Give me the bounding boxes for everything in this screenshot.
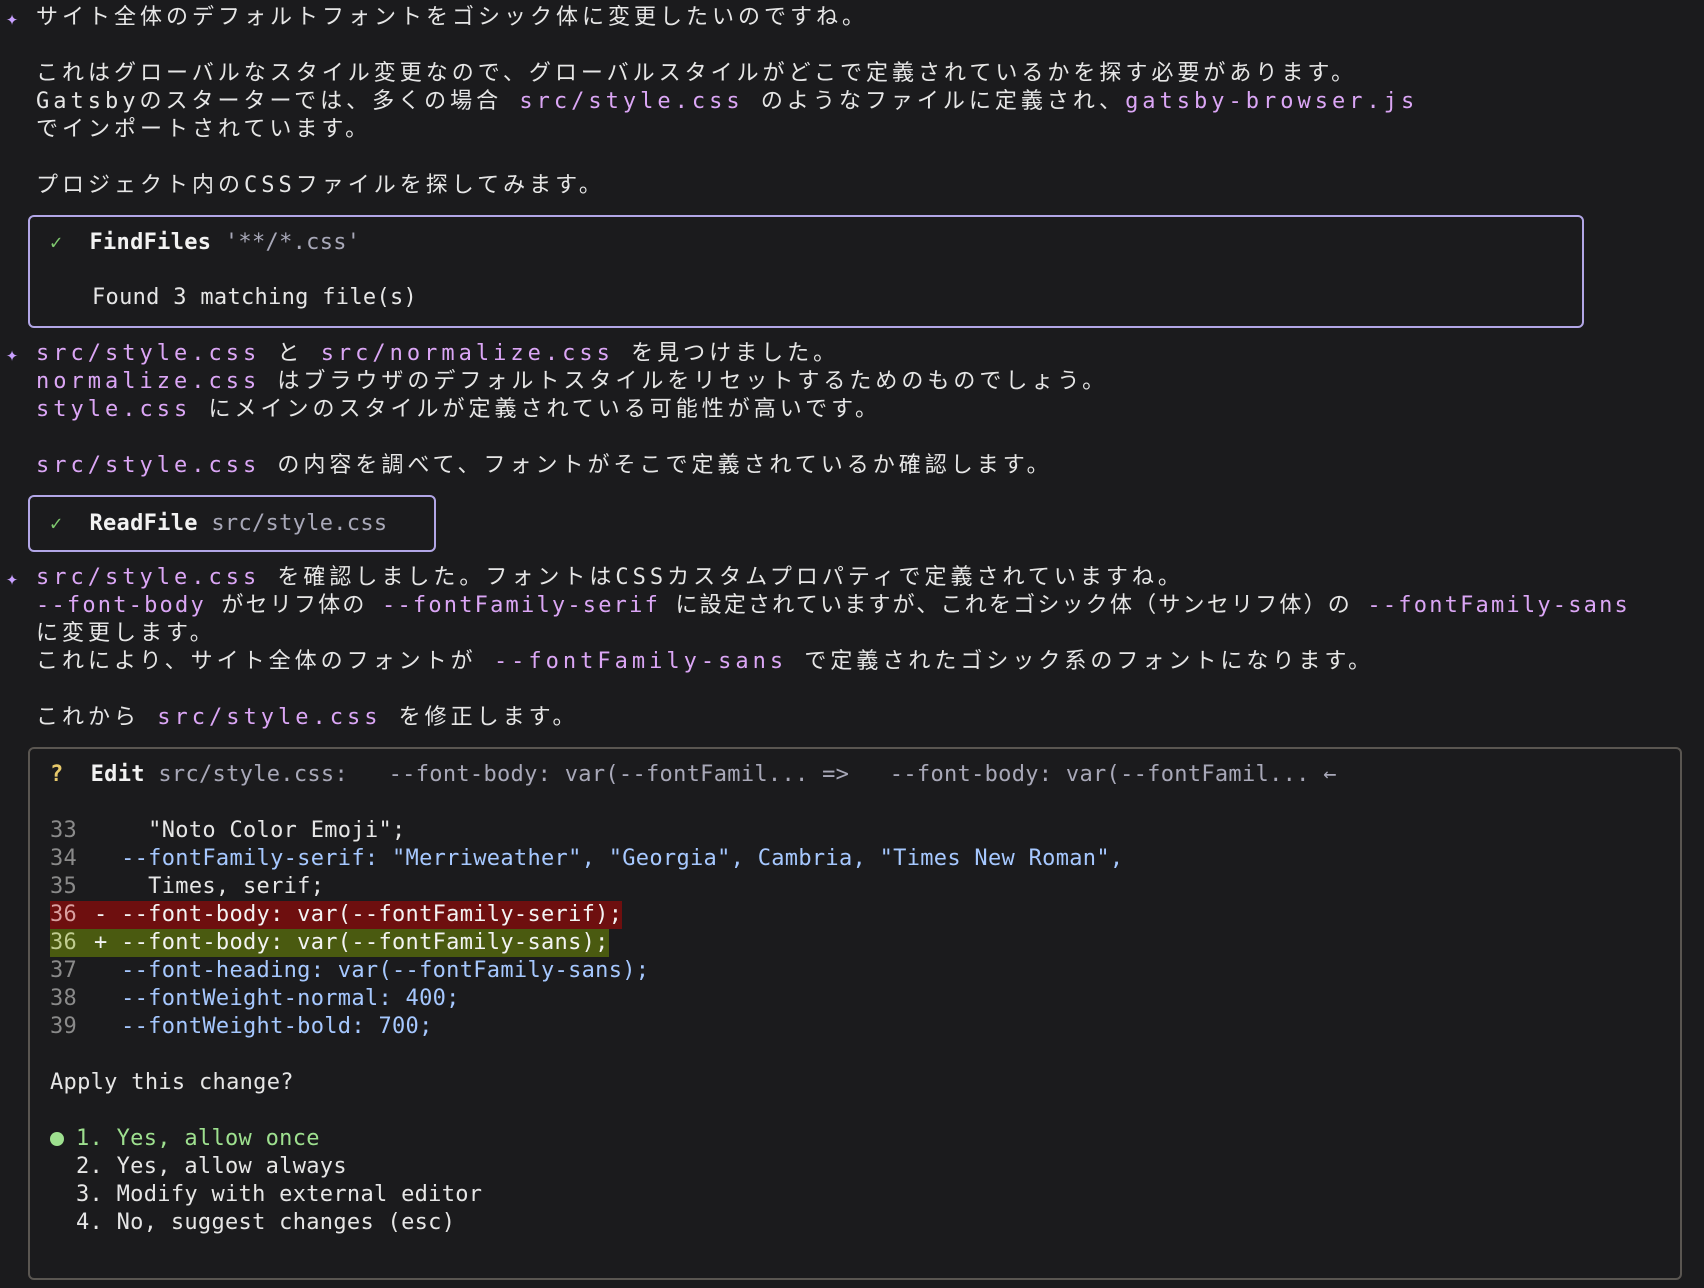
option-label: 4. No, suggest changes (esc)	[76, 1210, 456, 1235]
option-label: 1. Yes, allow once	[76, 1126, 320, 1151]
assistant-message-line: src/style.css の内容を調べて、フォントがそこで定義されているか確認…	[36, 452, 1053, 480]
question-icon: ?	[50, 762, 64, 787]
tool-call-header: ✓ FindFiles '**/*.css'	[50, 228, 360, 256]
diff-code: "Noto Color Emoji";	[94, 818, 406, 843]
text-segment: がセリフ体の	[205, 593, 382, 618]
diff-line: 35 Times, serif;	[50, 873, 324, 901]
text-segment: これから	[36, 705, 158, 730]
diff-line: 38 --fontWeight-normal: 400;	[50, 985, 460, 1013]
option-yes-allow-always[interactable]: 2. Yes, allow always	[50, 1153, 347, 1181]
assistant-message-line: Gatsbyのスターターでは、多くの場合 src/style.css のようなフ…	[36, 88, 1418, 116]
text-segment: を見つけました。	[613, 341, 840, 366]
text-segment: と	[260, 341, 321, 366]
assistant-message-line: src/style.css と src/normalize.css を見つけまし…	[36, 340, 839, 368]
edit-confirmation-panel: ? Edit src/style.css: --font-body: var(-…	[28, 747, 1682, 1280]
sparkle-icon: ✦	[6, 6, 19, 30]
line-number: 35	[50, 874, 78, 899]
css-variable: --fontFamily-sans	[1367, 593, 1630, 618]
assistant-message-line: に変更します。	[36, 621, 216, 646]
file-path: src/style.css	[36, 453, 261, 478]
line-number: 36	[50, 902, 78, 927]
option-label: 3. Modify with external editor	[76, 1182, 483, 1207]
assistant-message-line: これにより、サイト全体のフォントが --fontFamily-sans で定義さ…	[36, 648, 1374, 676]
sparkle-icon: ✦	[6, 566, 19, 590]
diff-code: + --font-body: var(--fontFamily-sans);	[94, 930, 609, 955]
line-number: 38	[50, 986, 78, 1011]
check-icon: ✓	[50, 230, 63, 254]
file-path: src/style.css	[36, 565, 261, 590]
diff-code: - --font-body: var(--fontFamily-serif);	[94, 902, 623, 927]
file-path: normalize.css	[36, 369, 261, 394]
file-path: src/style.css	[157, 705, 382, 730]
file-path: src/style.css	[36, 341, 261, 366]
text-segment: Gatsbyのスターターでは、多くの場合	[36, 89, 520, 114]
diff-code: --fontFamily-serif: "Merriweather", "Geo…	[94, 846, 1124, 871]
option-no-suggest-changes[interactable]: 4. No, suggest changes (esc)	[50, 1209, 455, 1237]
diff-line-added: 36 + --font-body: var(--fontFamily-sans);	[50, 929, 609, 957]
assistant-message-line: --font-body がセリフ体の --fontFamily-serif に設…	[36, 592, 1630, 620]
diff-code: Times, serif;	[94, 874, 325, 899]
terminal-window: ✦ サイト全体のデフォルトフォントをゴシック体に変更したいのですね。 これはグロ…	[0, 0, 1704, 1288]
diff-line: 33 "Noto Color Emoji";	[50, 817, 406, 845]
selected-dot-icon	[50, 1132, 64, 1146]
file-path: src/style.css	[519, 89, 744, 114]
text-segment: の内容を調べて、フォントがそこで定義されているか確認します。	[260, 453, 1053, 478]
assistant-message-line: これから src/style.css を修正します。	[36, 704, 578, 732]
edit-title: Edit	[90, 762, 145, 787]
diff-code: --fontWeight-bold: 700;	[94, 1014, 433, 1039]
apply-prompt: Apply this change?	[50, 1070, 294, 1095]
text-segment: にメインのスタイルが定義されている可能性が高いです。	[191, 397, 881, 422]
text-segment: これにより、サイト全体のフォントが	[36, 649, 494, 674]
assistant-message-line: src/style.css を確認しました。フォントはCSSカスタムプロパティで…	[36, 564, 1184, 592]
sparkle-icon: ✦	[6, 342, 19, 366]
assistant-message-line: これはグローバルなスタイル変更なので、グローバルスタイルがどこで定義されているか…	[36, 61, 1358, 86]
edit-header: ? Edit src/style.css: --font-body: var(-…	[50, 761, 1337, 789]
tool-argument: src/style.css	[197, 511, 388, 536]
diff-line: 39 --fontWeight-bold: 700;	[50, 1013, 433, 1041]
assistant-message-line: サイト全体のデフォルトフォントをゴシック体に変更したいのですね。	[36, 5, 869, 30]
tool-call-readfile: ✓ ReadFile src/style.css	[28, 495, 436, 552]
css-variable: --font-body	[36, 593, 206, 618]
diff-line-removed: 36 - --font-body: var(--fontFamily-serif)…	[50, 901, 623, 929]
tool-name: ReadFile	[89, 511, 198, 536]
line-number: 34	[50, 846, 78, 871]
tool-name: FindFiles	[89, 230, 212, 255]
assistant-message-line: normalize.css はブラウザのデフォルトスタイルをリセットするためのも…	[36, 368, 1108, 396]
text-segment: のようなファイルに定義され、	[743, 89, 1126, 114]
diff-code: --fontWeight-normal: 400;	[94, 986, 460, 1011]
assistant-message-line: style.css にメインのスタイルが定義されている可能性が高いです。	[36, 396, 881, 424]
file-path: gatsby-browser.js	[1125, 89, 1419, 114]
option-modify-external-editor[interactable]: 3. Modify with external editor	[50, 1181, 482, 1209]
line-number: 36	[50, 930, 78, 955]
assistant-message-line: プロジェクト内のCSSファイルを探してみます。	[36, 173, 605, 198]
line-number: 33	[50, 818, 78, 843]
tool-result: Found 3 matching file(s)	[92, 285, 418, 310]
diff-line: 34 --fontFamily-serif: "Merriweather", "…	[50, 845, 1123, 873]
css-variable: --fontFamily-serif	[382, 593, 661, 618]
text-segment: に設定されていますが、これをゴシック体（サンセリフ体）の	[660, 593, 1368, 618]
line-number: 39	[50, 1014, 78, 1039]
tool-argument: '**/*.css'	[211, 230, 361, 255]
assistant-message-line: でインポートされています。	[36, 117, 372, 142]
file-path: src/normalize.css	[320, 341, 614, 366]
css-variable: --fontFamily-sans	[493, 649, 788, 674]
option-yes-allow-once[interactable]: 1. Yes, allow once	[50, 1125, 320, 1153]
tool-call-header: ✓ ReadFile src/style.css	[50, 509, 387, 537]
text-segment: を確認しました。フォントはCSSカスタムプロパティで定義されていますね。	[260, 565, 1184, 590]
edit-summary: src/style.css: --font-body: var(--fontFa…	[144, 762, 1337, 787]
diff-line: 37 --font-heading: var(--fontFamily-sans…	[50, 957, 649, 985]
file-path: style.css	[36, 397, 192, 422]
text-segment: はブラウザのデフォルトスタイルをリセットするためのものでしょう。	[260, 369, 1109, 394]
tool-call-findfiles: ✓ FindFiles '**/*.css' Found 3 matching …	[28, 215, 1584, 328]
text-segment: で定義されたゴシック系のフォントになります。	[787, 649, 1375, 674]
check-icon: ✓	[50, 511, 63, 535]
text-segment: を修正します。	[381, 705, 579, 730]
line-number: 37	[50, 958, 78, 983]
diff-code: --font-heading: var(--fontFamily-sans);	[94, 958, 650, 983]
option-label: 2. Yes, allow always	[76, 1154, 347, 1179]
